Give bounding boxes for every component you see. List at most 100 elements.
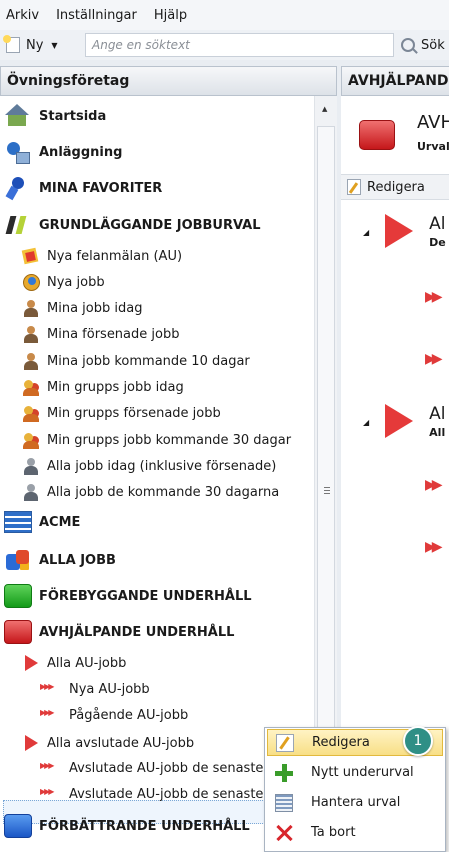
- delete-x-icon: [275, 824, 293, 842]
- menu-hjalp[interactable]: Hjälp: [154, 8, 187, 23]
- tree-item-label: Startsida: [39, 108, 107, 124]
- person-icon: [22, 352, 40, 370]
- tree-item-forebyggande[interactable]: FÖREBYGGANDE UNDERHÅLL: [4, 584, 252, 608]
- tree-item-label: Min grupps försenade jobb: [47, 405, 221, 421]
- menu-arkiv[interactable]: Arkiv: [6, 8, 39, 23]
- group-icon: [22, 378, 40, 396]
- collapse-arrow-icon[interactable]: ◢: [363, 418, 369, 427]
- tree-item-nya-felanmalan[interactable]: Nya felanmälan (AU): [22, 247, 182, 265]
- tree-item-forbattrande[interactable]: FÖRBÄTTRANDE UNDERHÅLL: [4, 814, 250, 838]
- tree-item-grupp-kommande[interactable]: Min grupps jobb kommande 30 dagar: [22, 431, 291, 449]
- tree-item-label: Alla AU-jobb: [47, 655, 127, 671]
- tree-item-grundlaggande[interactable]: GRUNDLÄGGANDE JOBBURVAL: [4, 213, 261, 237]
- left-panel-header: Övningsföretag: [0, 66, 337, 96]
- all-jobs-icon: [4, 548, 32, 572]
- tree-item-label: FÖREBYGGANDE UNDERHÅLL: [39, 588, 252, 604]
- tree-item-label: Avslutade AU-jobb de senaste 9: [69, 761, 276, 776]
- context-menu-label: Nytt underurval: [311, 765, 414, 780]
- fast-forward-icon[interactable]: [425, 289, 449, 308]
- tree-item-label: Nya jobb: [47, 274, 105, 290]
- group-title: Al: [429, 214, 446, 234]
- red-square-icon: [4, 620, 32, 644]
- dropdown-arrow-icon[interactable]: ▼: [51, 41, 57, 50]
- blue-square-icon: [4, 814, 32, 838]
- result-group-1[interactable]: ◢ Al De: [363, 214, 446, 250]
- person-icon: [22, 299, 40, 317]
- tree-item-pagaende-au[interactable]: Pågående AU-jobb: [40, 708, 189, 724]
- tree-item-label: Min grupps jobb idag: [47, 379, 184, 395]
- tree-item-label: Nya felanmälan (AU): [47, 248, 183, 264]
- acme-icon: [4, 511, 32, 533]
- tree-item-acme[interactable]: ACME: [4, 511, 80, 533]
- group-icon: [22, 431, 40, 449]
- tree-item-grupp-forsenade[interactable]: Min grupps försenade jobb: [22, 404, 221, 422]
- edit-icon: [347, 179, 361, 195]
- tree-item-startsida[interactable]: Startsida: [4, 104, 106, 128]
- new-button[interactable]: Ny ▼: [3, 33, 64, 57]
- search-button-label: Sök: [421, 37, 445, 53]
- tree-item-label: ALLA JOBB: [39, 552, 116, 568]
- tree-item-grupp-idag[interactable]: Min grupps jobb idag: [22, 378, 184, 396]
- tree-item-alla-kommande[interactable]: Alla jobb de kommande 30 dagarna: [22, 483, 279, 501]
- fast-forward-icon[interactable]: [425, 477, 449, 496]
- tree-item-favoriter[interactable]: MINA FAVORITER: [4, 176, 162, 200]
- tree-item-label: ACME: [39, 514, 81, 530]
- new-document-icon: [3, 35, 20, 53]
- new-job-icon: [22, 273, 40, 291]
- tree-item-label: AVHJÄLPANDE UNDERHÅLL: [39, 624, 235, 640]
- edit-button[interactable]: Redigera: [367, 180, 425, 195]
- list-icon: [275, 793, 293, 812]
- tree-item-anlaggning[interactable]: Anläggning: [4, 140, 122, 164]
- tree-item-label: Mina jobb idag: [47, 300, 143, 316]
- all-users-icon: [22, 483, 40, 501]
- tree-item-label: Nya AU-jobb: [69, 682, 150, 697]
- group-subtitle: De: [429, 236, 446, 249]
- selection-title: AVH: [417, 112, 449, 133]
- right-panel-header: AVHJÄLPANDE: [341, 66, 449, 96]
- tree-item-label: Pågående AU-jobb: [69, 708, 189, 723]
- facility-icon: [4, 140, 32, 164]
- scroll-up-icon[interactable]: ▲: [322, 105, 327, 113]
- play-triangle-icon: [22, 654, 40, 672]
- tree-item-avslutade-1[interactable]: Avslutade AU-jobb de senaste 9: [40, 761, 276, 777]
- red-square-icon: [359, 120, 395, 150]
- tree-item-mina-idag[interactable]: Mina jobb idag: [22, 299, 142, 317]
- group-subtitle: All: [429, 426, 446, 439]
- play-triangle-icon: [383, 404, 414, 438]
- fast-forward-icon[interactable]: [425, 351, 449, 370]
- tree-item-mina-kommande[interactable]: Mina jobb kommande 10 dagar: [22, 352, 250, 370]
- context-menu-nytt-underurval[interactable]: Nytt underurval: [267, 759, 443, 786]
- tree-item-avhjalpande[interactable]: AVHJÄLPANDE UNDERHÅLL: [4, 620, 234, 644]
- tree-item-label: Alla jobb de kommande 30 dagarna: [47, 484, 280, 500]
- tree-item-alla-jobb[interactable]: ALLA JOBB: [4, 548, 116, 572]
- search-icon: [401, 38, 415, 52]
- group-icon: [22, 404, 40, 422]
- search-button[interactable]: Sök: [401, 33, 445, 57]
- fast-forward-icon[interactable]: [425, 539, 449, 558]
- fast-forward-icon: [40, 787, 62, 802]
- fast-forward-icon: [40, 761, 62, 776]
- tree-item-nya-jobb[interactable]: Nya jobb: [22, 273, 105, 291]
- person-icon: [22, 325, 40, 343]
- tree-item-mina-forsenade[interactable]: Mina försenade jobb: [22, 325, 179, 343]
- context-menu-hantera-urval[interactable]: Hantera urval: [267, 789, 443, 816]
- fault-report-icon: [22, 247, 40, 265]
- context-menu-ta-bort[interactable]: Ta bort: [267, 819, 443, 846]
- edit-icon: [276, 733, 294, 752]
- all-users-icon: [22, 457, 40, 475]
- tree-item-nya-au[interactable]: Nya AU-jobb: [40, 682, 150, 698]
- result-group-2[interactable]: ◢ Al All: [363, 404, 446, 440]
- tree-item-avslutade-2[interactable]: Avslutade AU-jobb de senaste 3: [40, 787, 276, 803]
- tree-item-label: Min grupps jobb kommande 30 dagar: [47, 432, 292, 448]
- green-square-icon: [4, 584, 32, 608]
- collapse-arrow-icon[interactable]: ◢: [363, 228, 369, 237]
- selection-header: AVH Urval: [341, 96, 449, 170]
- tree-item-alla-idag[interactable]: Alla jobb idag (inklusive försenade): [22, 457, 276, 475]
- step-badge: 1: [403, 726, 433, 756]
- tree-item-alla-au[interactable]: Alla AU-jobb: [22, 654, 126, 672]
- tree-item-label: Anläggning: [39, 144, 123, 160]
- context-menu-label: Ta bort: [311, 825, 356, 840]
- search-input[interactable]: Ange en söktext: [85, 33, 394, 57]
- tree-item-alla-avslutade[interactable]: Alla avslutade AU-jobb: [22, 734, 194, 752]
- menu-installningar[interactable]: Inställningar: [56, 8, 137, 23]
